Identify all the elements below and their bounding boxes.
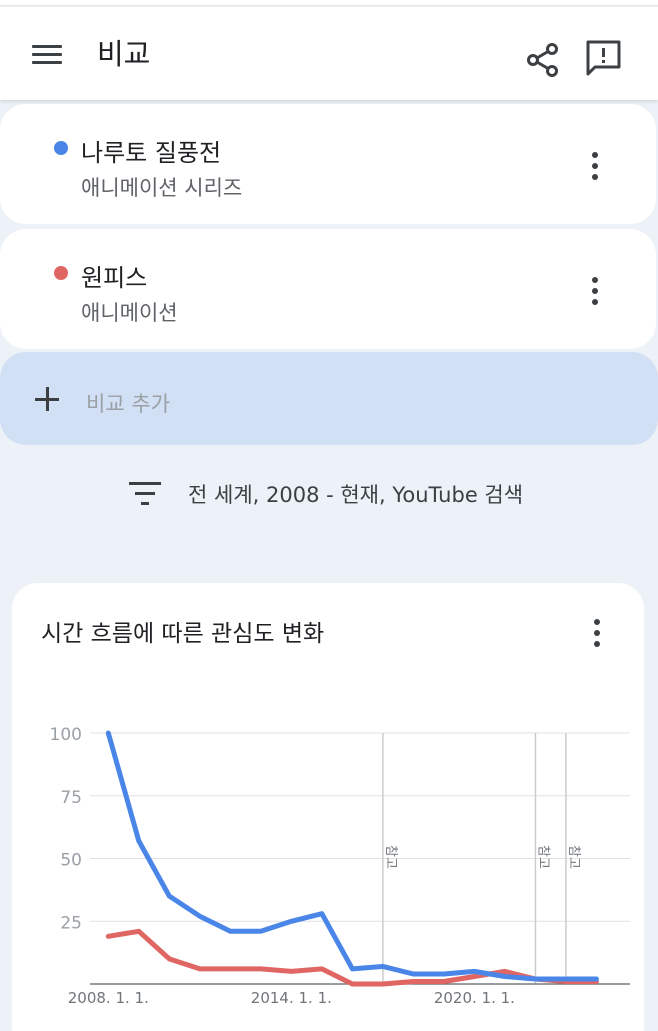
term-name: 나루토 질풍전 <box>81 139 222 167</box>
series-color-dot <box>54 266 68 280</box>
term-name: 원피스 <box>81 264 148 292</box>
filter-icon <box>129 482 161 506</box>
filter-row[interactable]: 전 세계, 2008 - 현재, YouTube 검색 <box>0 462 658 522</box>
annotation-label: 참고 <box>566 845 581 869</box>
x-tick-label: 2014. 1. 1. <box>251 989 332 1007</box>
more-vert-icon[interactable] <box>585 273 605 309</box>
annotation-label: 참고 <box>535 845 550 869</box>
y-tick-label: 100 <box>50 725 82 745</box>
share-icon[interactable] <box>524 41 562 79</box>
more-vert-icon[interactable] <box>585 148 605 184</box>
app-bar: 비교 <box>0 7 658 100</box>
line-chart: 25 50 75 100 참고 참고 참고 2008. 1. 1. 2014. 1. 1. 202… <box>50 725 630 1007</box>
y-tick-label: 75 <box>60 788 82 808</box>
feedback-icon[interactable] <box>584 39 624 79</box>
series-color-dot <box>54 141 68 155</box>
annotation-label: 참고 <box>383 845 398 869</box>
series-line-naruto <box>105 730 599 982</box>
plus-icon <box>35 387 59 411</box>
term-type: 애니메이션 <box>81 301 178 325</box>
term-card-onepiece[interactable]: 원피스 애니메이션 <box>0 229 656 349</box>
y-tick-label: 25 <box>60 913 82 933</box>
y-tick-label: 50 <box>60 851 82 871</box>
status-strip <box>0 0 658 6</box>
interest-over-time-card: 시간 흐름에 따른 관심도 변화 25 50 75 100 참고 참고 참고 2008. 1.… <box>12 583 644 1031</box>
add-compare-button[interactable]: 비교 추가 <box>0 352 658 445</box>
term-card-naruto[interactable]: 나루토 질풍전 애니메이션 시리즈 <box>0 104 656 224</box>
menu-icon[interactable] <box>30 40 64 68</box>
page-title: 비교 <box>97 37 151 71</box>
x-tick-label: 2008. 1. 1. <box>68 989 149 1007</box>
x-tick-label: 2020. 1. 1. <box>434 989 515 1007</box>
add-compare-label: 비교 추가 <box>86 392 170 416</box>
filter-text: 전 세계, 2008 - 현재, YouTube 검색 <box>188 483 524 507</box>
term-type: 애니메이션 시리즈 <box>81 176 243 200</box>
